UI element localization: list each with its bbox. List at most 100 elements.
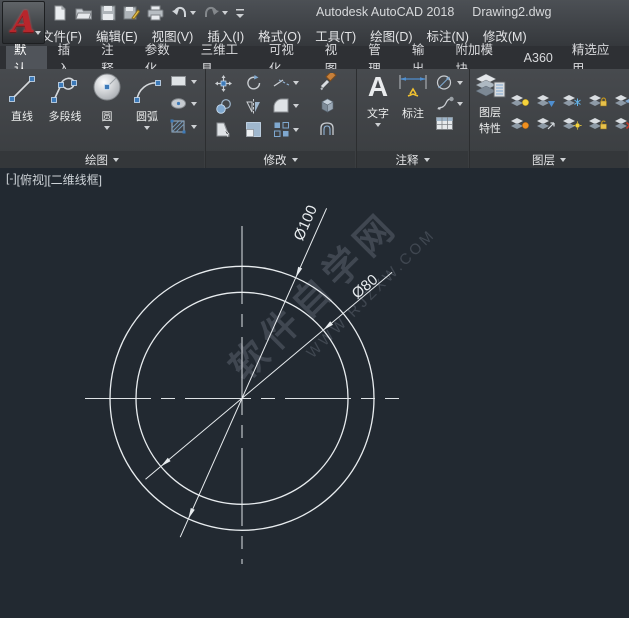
rotate-tool-button[interactable] xyxy=(245,74,263,92)
chevron-down-icon xyxy=(560,158,566,162)
tab-manage[interactable]: 管理 xyxy=(360,46,401,69)
layer-delete-icon[interactable] xyxy=(614,116,629,131)
window-title: Autodesk AutoCAD 2018 Drawing2.dwg xyxy=(316,5,552,19)
match-properties-tool-button[interactable] xyxy=(319,73,337,91)
viewport-view-control[interactable]: [俯视] xyxy=(17,171,48,188)
arc-tool-button[interactable]: 圆弧 xyxy=(126,72,168,130)
table-icon xyxy=(435,116,454,131)
layer-walk-icon[interactable] xyxy=(536,116,556,131)
layer-unlock-all-icon[interactable] xyxy=(588,116,608,131)
chevron-down-icon xyxy=(424,158,430,162)
app-title: Autodesk AutoCAD 2018 xyxy=(316,5,454,19)
layer-isolate-icon[interactable] xyxy=(510,93,530,108)
panel-modify-footer[interactable]: 修改 xyxy=(206,151,355,168)
chevron-down-icon xyxy=(113,158,119,162)
new-file-button[interactable] xyxy=(52,5,68,21)
trim-icon xyxy=(273,77,290,89)
tab-view[interactable]: 视图 xyxy=(317,46,358,69)
redo-button[interactable] xyxy=(203,5,228,20)
tab-annotate[interactable]: 注释 xyxy=(93,46,134,69)
layer-make-current-icon[interactable] xyxy=(536,93,556,108)
explode-tool-button[interactable] xyxy=(319,97,336,114)
tab-add-ins[interactable]: 附加模块 xyxy=(447,46,512,69)
line-tool-button[interactable]: 直线 xyxy=(4,72,40,124)
viewport-menu-control[interactable]: [-] xyxy=(6,171,17,188)
chevron-down-icon xyxy=(191,125,197,129)
mirror-tool-button[interactable] xyxy=(245,98,262,115)
dim-arrowhead xyxy=(296,267,303,278)
document-title: Drawing2.dwg xyxy=(472,5,551,19)
tab-visualize[interactable]: 可视化 xyxy=(261,46,314,69)
chevron-down-icon xyxy=(292,158,298,162)
polyline-tool-button[interactable]: 多段线 xyxy=(41,72,89,124)
save-button[interactable] xyxy=(100,5,116,21)
layer-thaw-all-icon[interactable] xyxy=(562,116,582,131)
undo-button[interactable] xyxy=(171,5,196,20)
trim-tool-button[interactable] xyxy=(273,77,299,89)
save-as-button[interactable] xyxy=(123,5,140,21)
ellipse-tool-button[interactable] xyxy=(170,97,197,110)
viewport-visual-style-control[interactable]: [二维线框] xyxy=(47,171,102,188)
hatch-icon xyxy=(170,119,188,134)
save-floppy-icon xyxy=(100,5,116,21)
chevron-down-icon[interactable] xyxy=(144,126,150,130)
new-file-icon xyxy=(52,5,68,21)
plot-button[interactable] xyxy=(147,5,164,21)
quick-access-toolbar xyxy=(52,3,245,22)
layer-lock-icon[interactable] xyxy=(588,93,608,108)
drawing-canvas[interactable]: [-] [俯视] [二维线框] 软件自学网 WWW.RJZXW.COM Ø100… xyxy=(0,168,629,618)
chevron-down-icon xyxy=(293,104,299,108)
rectangle-tool-button[interactable] xyxy=(170,75,197,88)
panel-draw-footer[interactable]: 绘图 xyxy=(0,151,204,168)
layer-properties-button[interactable]: 图层 特性 xyxy=(473,71,507,136)
chevron-down-icon xyxy=(191,80,197,84)
hatch-tool-button[interactable] xyxy=(170,119,197,134)
brush-icon xyxy=(319,73,337,91)
autocad-logo-icon: A xyxy=(12,8,35,38)
panel-annotate-footer[interactable]: 注释 xyxy=(357,151,468,168)
chevron-down-icon xyxy=(191,102,197,106)
layer-tools-row-1 xyxy=(510,93,629,108)
move-icon xyxy=(215,75,232,92)
tab-3d-tools[interactable]: 三维工具 xyxy=(193,46,258,69)
polyline-icon xyxy=(48,72,82,106)
scale-tool-button[interactable] xyxy=(245,121,262,138)
move-tool-button[interactable] xyxy=(215,75,232,92)
diameter-dim-tool-button[interactable] xyxy=(435,74,463,91)
redo-arrow-icon xyxy=(203,5,220,20)
tab-home[interactable]: 默认 xyxy=(6,46,47,69)
tab-parametric[interactable]: 参数化 xyxy=(137,46,190,69)
offset-tool-button[interactable] xyxy=(319,121,337,137)
panel-draw-label: 绘图 xyxy=(85,152,108,168)
customize-qat-button[interactable] xyxy=(235,7,245,19)
dimension-tool-button[interactable]: 标注 xyxy=(395,72,431,121)
tab-output[interactable]: 输出 xyxy=(404,46,445,69)
app-logo-button[interactable]: A xyxy=(2,1,45,44)
tab-insert[interactable]: 插入 xyxy=(50,46,91,69)
panel-layers-footer[interactable]: 图层 xyxy=(470,151,628,168)
drawing-entities: Ø100 Ø80 xyxy=(0,168,629,618)
chevron-down-icon[interactable] xyxy=(375,123,381,127)
circle-tool-button[interactable]: 圆 xyxy=(89,72,125,130)
stretch-tool-button[interactable] xyxy=(215,121,233,138)
layer-off-icon[interactable] xyxy=(510,116,530,131)
arc-tool-label: 圆弧 xyxy=(136,108,158,124)
dimension-outer[interactable]: Ø100 xyxy=(180,203,326,537)
leader-tool-button[interactable] xyxy=(435,96,463,111)
table-tool-button[interactable] xyxy=(435,116,454,131)
array-tool-button[interactable] xyxy=(273,121,299,138)
tab-featured-apps[interactable]: 精选应用 xyxy=(564,46,629,69)
copy-tool-button[interactable] xyxy=(215,98,232,115)
open-file-button[interactable] xyxy=(75,5,93,21)
fillet-tool-button[interactable] xyxy=(273,98,299,113)
tab-a360[interactable]: A360 xyxy=(516,46,561,69)
dim-arrowhead xyxy=(188,508,195,519)
layer-freeze-icon[interactable] xyxy=(562,93,582,108)
polyline-tool-label: 多段线 xyxy=(49,108,82,124)
chevron-down-icon[interactable] xyxy=(104,126,110,130)
offset-icon xyxy=(319,121,337,137)
dimension-inner[interactable]: Ø80 xyxy=(146,271,393,479)
text-tool-button[interactable]: A 文字 xyxy=(362,71,394,127)
layer-match-icon[interactable] xyxy=(614,93,629,108)
save-as-icon xyxy=(123,5,140,21)
